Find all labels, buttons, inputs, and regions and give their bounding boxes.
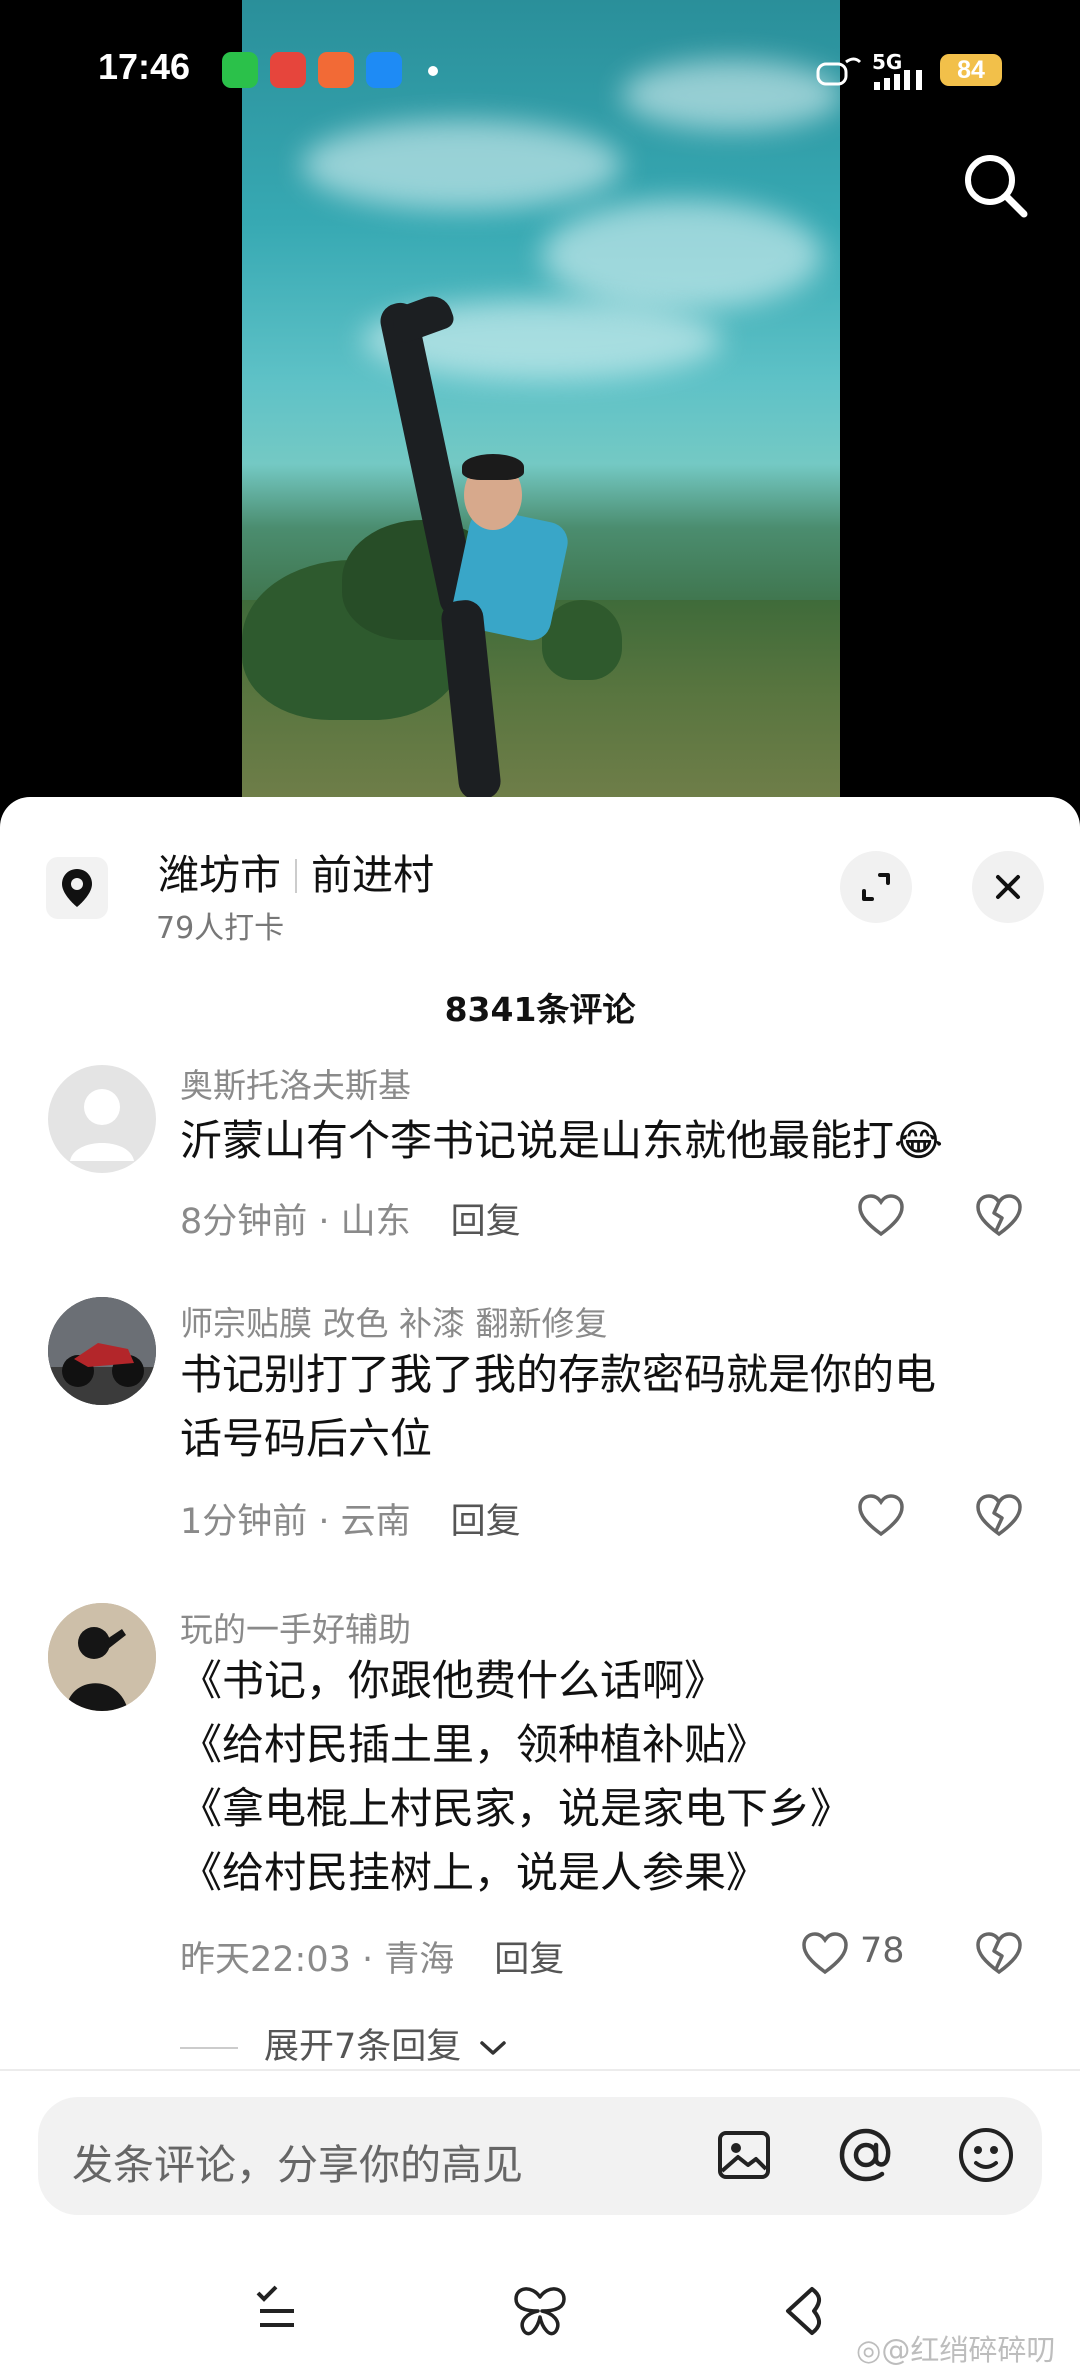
- close-button[interactable]: [972, 851, 1044, 923]
- hotspot-icon: [816, 57, 862, 86]
- broken-heart-icon[interactable]: [974, 1191, 1024, 1241]
- default-avatar-icon: [70, 1089, 134, 1161]
- comment-text: 沂蒙山有个李书记说是山东就他最能打😂: [180, 1116, 944, 1165]
- watermark-text: @红绡碎碎叨: [881, 2333, 1056, 2367]
- taobao-icon: [318, 52, 354, 88]
- image-icon[interactable]: [712, 2123, 776, 2187]
- divider: [180, 2047, 238, 2049]
- weibo-icon: [270, 52, 306, 88]
- comment-text: 书记别打了我了我的存款密码就是你的电 话号码后六位: [180, 1343, 1040, 1471]
- comment-item: 玩的一手好辅助 《书记，你跟他费什么话啊》 《给村民插土里，领种植补贴》 《拿电…: [0, 1603, 1080, 2023]
- divider: [295, 859, 297, 893]
- status-bar: 17:46 5G 84: [0, 0, 1080, 140]
- bush: [542, 600, 622, 680]
- comment-item: 奥斯托洛夫斯基 沂蒙山有个李书记说是山东就他最能打😂 8分钟前 · 山东 回复: [0, 1065, 1080, 1265]
- broken-heart-icon[interactable]: [974, 1929, 1024, 1979]
- search-icon[interactable]: [960, 150, 1030, 220]
- bird-app-icon: [366, 52, 402, 88]
- expand-button[interactable]: [840, 851, 912, 923]
- comment-text-line: 《拿电棍上村民家，说是家电下乡》: [180, 1784, 853, 1833]
- comment-meta: 昨天22:03 · 青海 回复: [180, 1931, 564, 1982]
- clock: 17:46: [98, 46, 191, 87]
- emoji-icon[interactable]: [954, 2123, 1018, 2187]
- location-city: 潍坊市: [158, 851, 281, 899]
- expand-replies-button[interactable]: 展开7条回复: [180, 2018, 508, 2069]
- close-icon: [996, 875, 1020, 899]
- back-icon[interactable]: [774, 2281, 834, 2341]
- watermark: ◎@红绡碎碎叨: [856, 2327, 1055, 2369]
- comment-text: 《书记，你跟他费什么话啊》 《给村民插土里，领种植补贴》 《拿电棍上村民家，说是…: [180, 1649, 1040, 1905]
- comment-text-line: 《给村民挂树上，说是人参果》: [180, 1848, 769, 1897]
- location-pin-button[interactable]: [46, 857, 108, 919]
- signal-icon: [874, 70, 922, 90]
- butterfly-icon[interactable]: [510, 2281, 570, 2341]
- battery-indicator: 84: [940, 54, 1002, 86]
- comment-text-line: 书记别打了我了我的存款密码就是你的电: [180, 1350, 937, 1399]
- more-notifications-dot: [428, 66, 438, 76]
- heart-icon[interactable]: [856, 1491, 906, 1541]
- comment-meta: 8分钟前 · 山东 回复: [180, 1193, 521, 1244]
- like-count: 78: [860, 1931, 905, 1971]
- comment-time-location: 8分钟前 · 山东: [180, 1202, 411, 1242]
- chevron-down-icon: [480, 2041, 507, 2055]
- person-hair: [462, 454, 524, 480]
- at-icon[interactable]: [834, 2123, 898, 2187]
- location-village: 前进村: [311, 851, 434, 899]
- comment-input[interactable]: 发条评论，分享你的高见: [38, 2097, 1042, 2215]
- expand-replies-label: 展开7条回复: [264, 2027, 462, 2067]
- comment-time-location: 1分钟前 · 云南: [180, 1502, 411, 1542]
- heart-icon[interactable]: [856, 1191, 906, 1241]
- comment-meta: 1分钟前 · 云南 回复: [180, 1493, 521, 1544]
- comment-item: 师宗贴膜 改色 补漆 翻新修复 书记别打了我了我的存款密码就是你的电 话号码后六…: [0, 1297, 1080, 1597]
- silhouette-avatar-icon: [48, 1603, 156, 1711]
- checkin-count: 79人打卡: [156, 911, 285, 946]
- comment-username[interactable]: 师宗贴膜 改色 补漆 翻新修复: [180, 1297, 607, 1345]
- motorcycle-avatar-icon: [48, 1297, 156, 1405]
- comment-sheet: 潍坊市 前进村 79人打卡 8341条评论 奥斯托洛夫斯基 沂蒙山有个李书记说是山…: [0, 797, 1080, 2373]
- comment-username[interactable]: 玩的一手好辅助: [180, 1603, 411, 1651]
- avatar[interactable]: [48, 1603, 156, 1711]
- video-player[interactable]: 17:46 5G 84: [0, 0, 1080, 800]
- wechat-icon: [222, 52, 258, 88]
- comment-input-placeholder: 发条评论，分享你的高见: [72, 2141, 523, 2189]
- heart-icon[interactable]: [800, 1929, 850, 1979]
- comment-count-header: 8341条评论: [444, 990, 636, 1029]
- weibo-watermark-icon: ◎: [856, 2333, 882, 2367]
- comment-time-location: 昨天22:03 · 青海: [180, 1940, 455, 1980]
- avatar[interactable]: [48, 1297, 156, 1405]
- location-pin-icon: [62, 869, 92, 907]
- location-title[interactable]: 潍坊市 前进村: [158, 841, 434, 901]
- comment-text-line: 话号码后六位: [180, 1414, 433, 1463]
- divider: [0, 2069, 1080, 2071]
- reply-button[interactable]: 回复: [494, 1940, 564, 1980]
- avatar[interactable]: [48, 1065, 156, 1173]
- reply-button[interactable]: 回复: [451, 1502, 521, 1542]
- broken-heart-icon[interactable]: [974, 1491, 1024, 1541]
- comment-text-line: 《给村民插土里，领种植补贴》: [180, 1720, 769, 1769]
- expand-icon: [862, 873, 890, 901]
- cloud: [542, 200, 822, 310]
- comment-text-line: 《书记，你跟他费什么话啊》: [180, 1656, 727, 1705]
- menu-icon[interactable]: [246, 2281, 306, 2341]
- reply-button[interactable]: 回复: [451, 1202, 521, 1242]
- comment-username[interactable]: 奥斯托洛夫斯基: [180, 1059, 411, 1107]
